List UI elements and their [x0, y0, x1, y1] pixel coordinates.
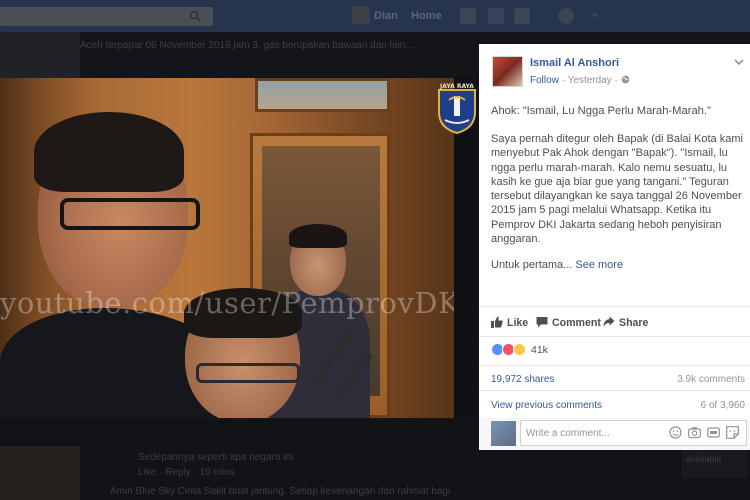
help-icon[interactable] — [558, 8, 574, 24]
post-timestamp[interactable]: Yesterday — [568, 75, 612, 86]
divider — [479, 306, 750, 307]
emblem-text: JAYA RAYA — [439, 83, 474, 90]
dimmed-sidebar-label: available — [686, 454, 722, 464]
like-button[interactable]: Like — [491, 316, 528, 329]
dimmed-thumbnail — [0, 32, 80, 78]
user-name-link[interactable]: Dian — [374, 10, 398, 22]
photo-glasses — [196, 363, 300, 383]
comment-composer: Write a comment... — [479, 418, 750, 450]
photo-watermark: youtube.com/user/PemprovDKI — [0, 286, 473, 320]
sad-reaction-icon — [513, 343, 526, 356]
sticker-icon[interactable] — [726, 426, 739, 439]
search-input[interactable] — [0, 7, 213, 26]
share-icon — [603, 316, 615, 327]
post-meta: Follow · Yesterday · — [530, 75, 630, 86]
photo-window — [255, 78, 390, 112]
photo-person-left-hair — [34, 112, 184, 192]
share-button[interactable]: Share — [603, 316, 648, 329]
lightbox-photo[interactable]: youtube.com/user/PemprovDKI — [0, 78, 478, 418]
commenter-avatar — [491, 421, 516, 446]
account-menu-icon[interactable] — [590, 8, 600, 24]
gif-icon[interactable] — [707, 426, 720, 439]
camera-icon[interactable] — [688, 426, 701, 439]
divider — [479, 390, 750, 391]
post-more-text: Untuk pertama... — [491, 259, 573, 271]
photo-person-center-hair — [289, 224, 347, 248]
dimmed-photo-tile — [0, 446, 80, 500]
comment-button[interactable]: Comment — [536, 316, 601, 329]
comments-page-count: 6 of 3,960 — [700, 400, 745, 411]
thumbs-up-icon — [491, 316, 503, 328]
post-panel: Ismail Al Anshori Follow · Yesterday · A… — [479, 44, 750, 450]
view-previous-comments-link[interactable]: View previous comments — [491, 400, 602, 411]
home-link[interactable]: Home — [411, 10, 442, 22]
dimmed-comment-meta: Like · Reply · 10 mins — [138, 467, 235, 478]
comment-label: Comment — [552, 317, 601, 329]
facebook-topbar: Dian Home — [0, 0, 750, 32]
follow-button[interactable]: Follow — [530, 75, 559, 86]
share-label: Share — [619, 317, 649, 329]
author-avatar[interactable] — [492, 56, 523, 87]
notifications-icon[interactable] — [514, 8, 530, 24]
photo-glasses — [60, 198, 200, 230]
emoji-icon[interactable] — [669, 426, 682, 439]
jakarta-emblem-icon: JAYA RAYA — [438, 83, 476, 134]
user-avatar[interactable] — [352, 6, 370, 24]
comment-icon — [536, 317, 548, 328]
shares-link[interactable]: 19,972 shares — [491, 374, 554, 385]
divider — [479, 336, 750, 337]
messages-icon[interactable] — [488, 8, 504, 24]
divider — [479, 365, 750, 366]
see-more-link[interactable]: See more — [575, 259, 623, 271]
dimmed-comment-text: Sedepannya seperti apa negara ini — [138, 452, 294, 463]
globe-icon — [621, 75, 629, 84]
chevron-down-icon[interactable] — [734, 58, 744, 66]
author-name[interactable]: Ismail Al Anshori — [530, 57, 619, 69]
like-label: Like — [507, 317, 529, 329]
reaction-count[interactable]: 41k — [531, 344, 548, 356]
dimmed-comment-text: Amin Blue Sky Cinta Sakit buat jantung. … — [110, 486, 451, 497]
post-body: Saya pernah ditegur oleh Bapak (di Balai… — [491, 133, 743, 246]
comments-count[interactable]: 3.9k comments — [677, 374, 745, 385]
post-continuation: Untuk pertama... See more — [491, 259, 623, 271]
friend-requests-icon[interactable] — [460, 8, 476, 24]
dimmed-post-snippet: Aceh terpapar 06 November 2016 jam 3, ga… — [80, 40, 414, 51]
search-icon[interactable] — [189, 10, 201, 22]
post-title: Ahok: "Ismail, Lu Ngga Perlu Marah-Marah… — [491, 105, 711, 117]
lightbox-screen: Dian Home Aceh terpapar 06 November 2016… — [0, 0, 750, 500]
